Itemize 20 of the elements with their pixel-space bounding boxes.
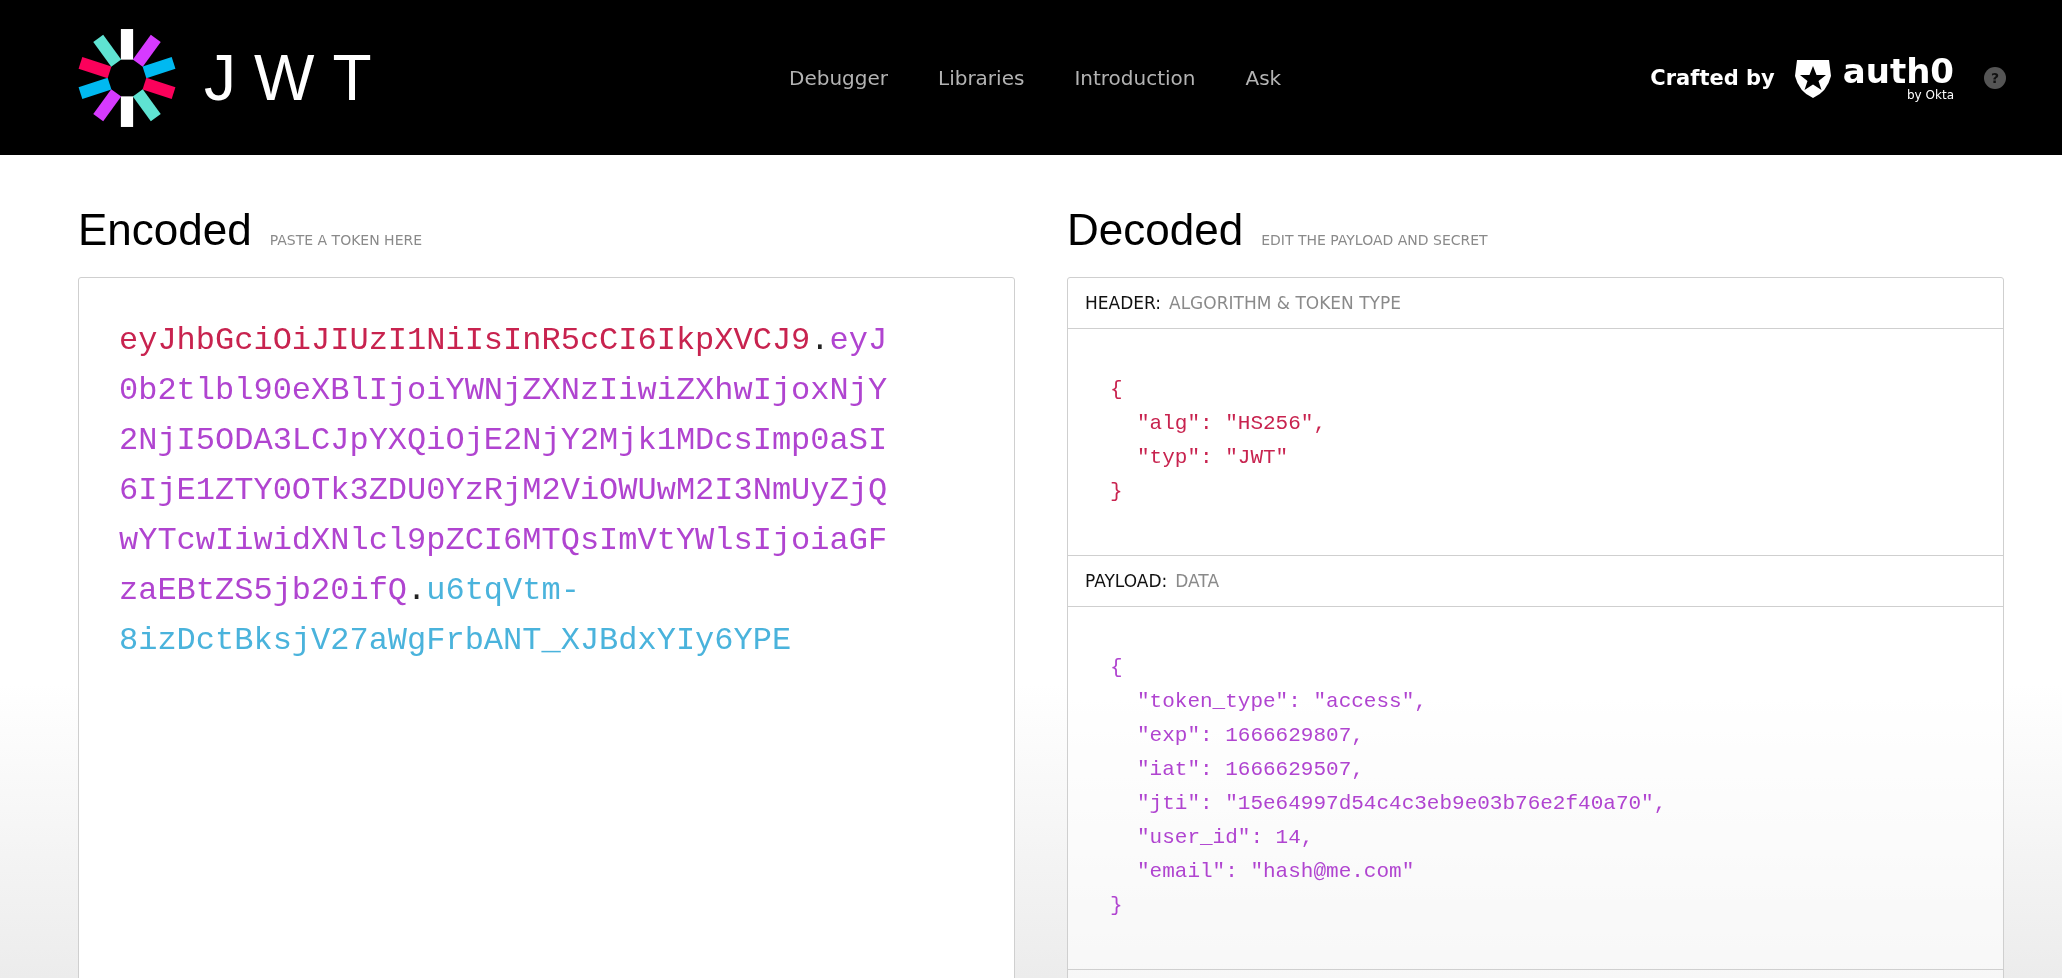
jwt-wordmark: JWT	[204, 40, 390, 115]
crafted-by-label: Crafted by	[1650, 65, 1775, 90]
json-editor[interactable]: { "alg": "HS256", "typ": "JWT" }	[1068, 329, 2003, 555]
auth0-logo-text: auth0	[1842, 53, 1954, 88]
jwt-logo-icon	[76, 26, 178, 129]
encoded-title: Encoded	[78, 205, 252, 255]
decoded-title: Decoded	[1067, 205, 1244, 255]
encoded-hint: PASTE A TOKEN HERE	[269, 232, 423, 248]
section-subtitle: ALGORITHM & TOKEN TYPE	[1169, 293, 1401, 313]
token-input-field[interactable]: eyJhbGciOiJIUzI1NiIsInR5cCI6IkpXVCJ9.eyJ0b2tlbl90eXBlIjoiYWNjZXNzIiwiZXhwIjoxNjY2NjI5ODA3LCJpYXQiOjE2NjY2Mjk1MDcsImp0aSI6IjE1ZTY0OTk3ZDU0YzRjM2ViOWUwM2I3NmUyZjQwYTcwIiwidXNlcl9pZCI6MTQsImVtYWlsIjoiaGFzaEBtZS5jb20ifQ.u6tqVtm-8izDctBksjV27aWgFrbANT_XJBdxYIy6YPE	[78, 277, 1015, 978]
nav-link[interactable]: Libraries	[938, 65, 1025, 90]
section-subtitle: DATA	[1175, 571, 1220, 591]
nav-link[interactable]: Ask	[1245, 65, 1282, 90]
section-label: HEADER:	[1085, 293, 1161, 313]
nav-link[interactable]: Introduction	[1074, 65, 1196, 90]
decoded-hint: EDIT THE PAYLOAD AND SECRET	[1261, 232, 1488, 248]
json-editor[interactable]: { "token_type": "access", "exp": 1666629807, "iat": 1666629507, "jti": "15e64997d54c4c3eb9e03b76e2f40a70", "user_id": 14, "email": "hash@me.com" }	[1068, 607, 2003, 969]
nav-link[interactable]: Debugger	[789, 65, 888, 90]
by-okta-label: by Okta	[1907, 87, 1954, 102]
section-label: PAYLOAD:	[1085, 571, 1168, 591]
